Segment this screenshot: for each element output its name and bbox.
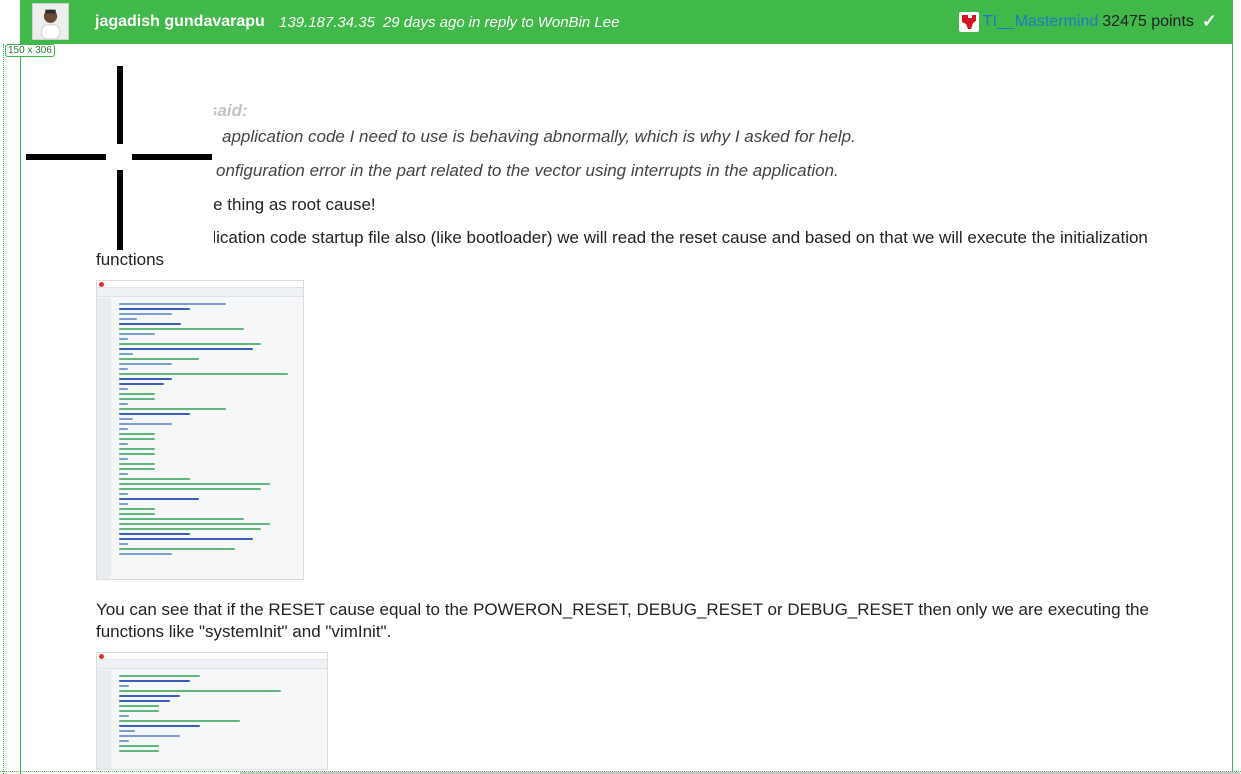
paragraph-root-cause: g one thing as root cause! xyxy=(180,195,376,214)
quote-line-1: application code I need to use is behavi… xyxy=(222,127,856,146)
left-guide-line xyxy=(3,44,4,774)
post-meta: 139.187.34.35 29 days ago in reply to WonBi… xyxy=(279,14,627,31)
code-screenshot-2[interactable] xyxy=(96,652,328,770)
user-avatar-icon xyxy=(33,4,68,39)
screenshot-toolbar xyxy=(97,288,303,297)
screenshot-gutter xyxy=(97,298,111,579)
screenshot-titlebar xyxy=(97,281,303,288)
post-ip: 139.187.34.35 xyxy=(279,14,375,31)
screenshot-gutter xyxy=(97,670,111,769)
checkmark-icon: ✓ xyxy=(1201,11,1217,31)
ti-logo-icon xyxy=(958,11,979,32)
points-count: 32475 points xyxy=(1102,12,1194,30)
author-name[interactable]: jagadish gundavarapu xyxy=(95,13,265,31)
image-size-tag: 150 x 306 xyxy=(5,44,55,57)
post-time: 29 days ago xyxy=(382,14,465,31)
paragraph-reset-cause: You can see that if the RESET cause equa… xyxy=(96,600,1149,641)
avatar[interactable] xyxy=(32,3,69,40)
code-screenshot-1[interactable] xyxy=(96,280,304,580)
paragraph-startup: application code startup file also (like… xyxy=(96,228,1148,269)
quote-header: said: xyxy=(208,101,248,120)
badge-link[interactable]: TI__Mastermind xyxy=(983,13,1099,31)
reply-prefix: in reply to xyxy=(468,14,534,31)
quote-line-2: onfiguration error in the part related t… xyxy=(216,161,839,180)
post-header: jagadish gundavarapu 139.187.34.35 29 day… xyxy=(20,0,1233,44)
screenshot-titlebar xyxy=(97,653,327,660)
rank-badge: TI__Mastermind 32475 points ✓ xyxy=(958,11,1217,32)
screenshot-toolbar xyxy=(97,660,327,669)
screenshot-code xyxy=(119,675,321,765)
screenshot-code xyxy=(119,303,297,575)
reply-to-link[interactable]: WonBin Lee xyxy=(538,14,620,31)
